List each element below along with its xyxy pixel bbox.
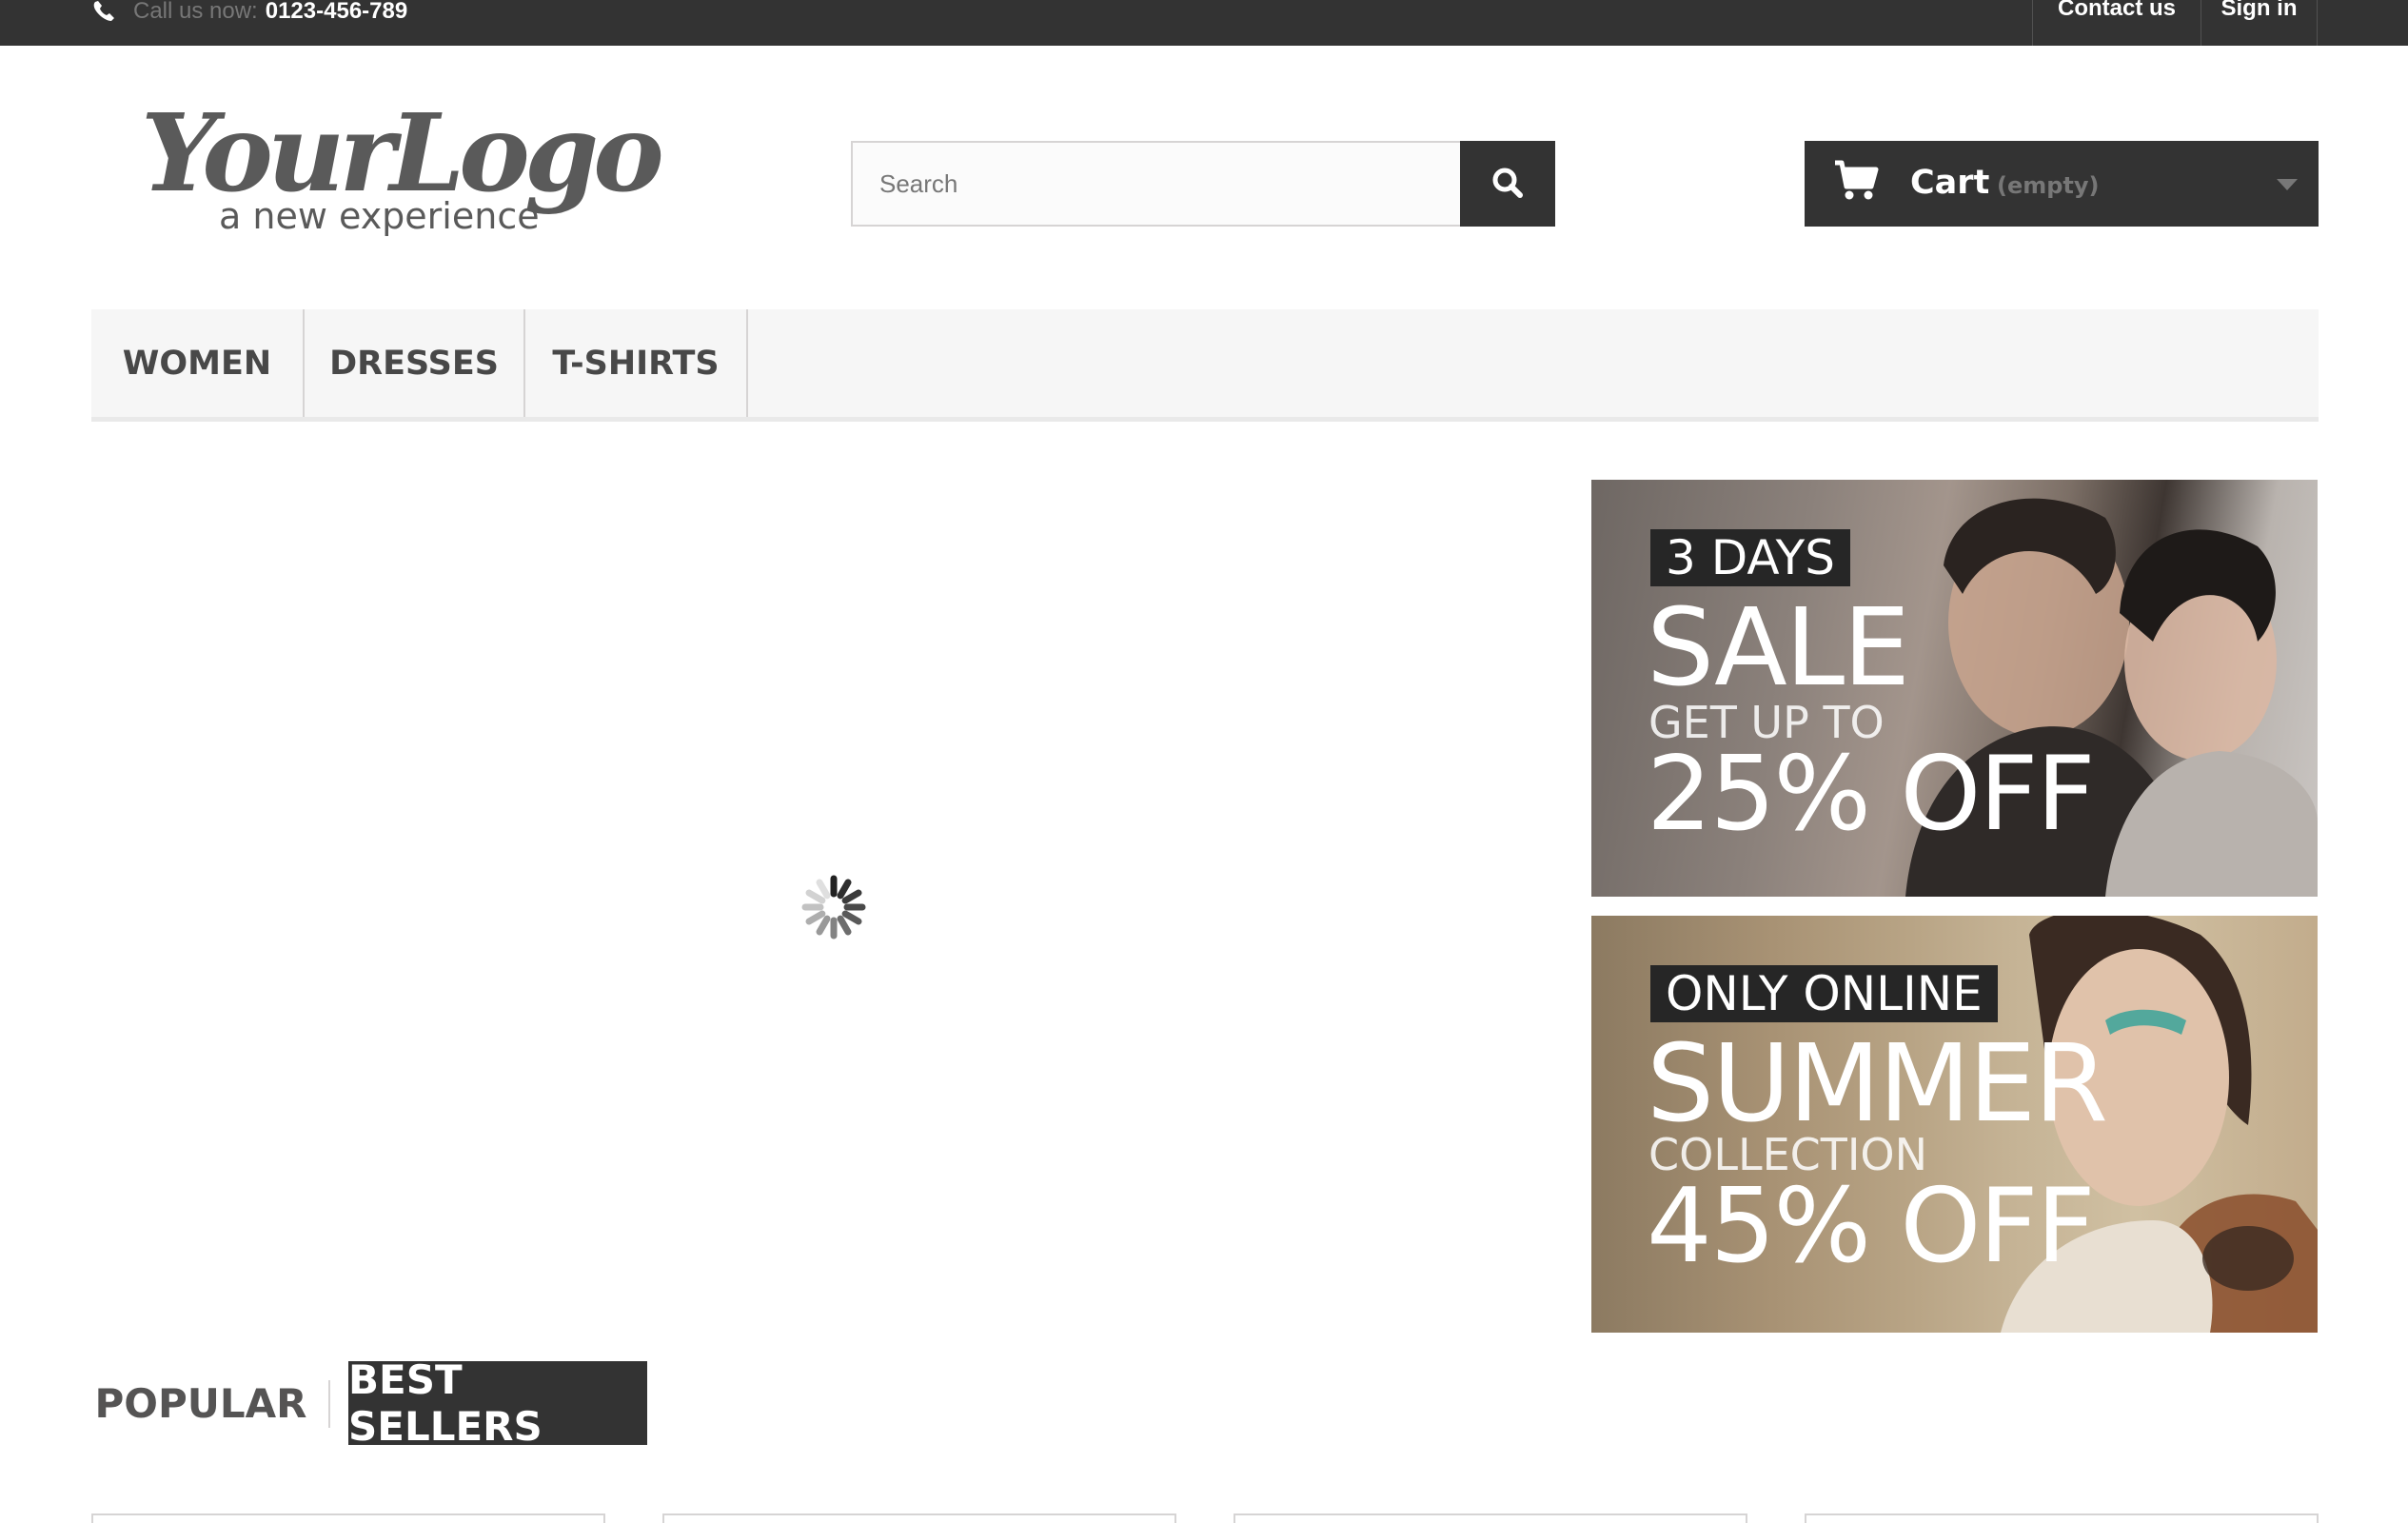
product-card[interactable] xyxy=(1234,1513,1747,1523)
tab-popular[interactable]: POPULAR xyxy=(91,1361,310,1445)
banner-tag: ONLY ONLINE xyxy=(1650,965,1998,1022)
loading-spinner-icon xyxy=(799,873,868,941)
tab-divider xyxy=(328,1380,330,1428)
banner-offer: 45% OFF xyxy=(1647,1167,2096,1286)
logo-tagline: a new experience xyxy=(219,195,540,237)
call-us: Call us now: 0123-456-789 xyxy=(91,0,407,23)
menu-item-dresses[interactable]: DRESSES xyxy=(305,309,525,417)
chevron-down-icon xyxy=(2277,179,2298,192)
cart-icon xyxy=(1833,160,1879,202)
summer-collection-banner[interactable]: ONLY ONLINE SUMMER COLLECTION 45% OFF xyxy=(1591,916,2318,1333)
sale-banner[interactable]: 3 DAYS SALE GET UP TO 25% OFF xyxy=(1591,480,2318,897)
banner-headline: SALE xyxy=(1647,586,1910,710)
cart-label: Cart xyxy=(1910,164,1990,202)
banner-tag: 3 DAYS xyxy=(1650,529,1850,586)
product-card[interactable] xyxy=(662,1513,1176,1523)
cart-status: (empty) xyxy=(1997,172,2100,199)
banner-offer: 25% OFF xyxy=(1647,735,2096,854)
cart-button[interactable]: Cart (empty) xyxy=(1805,141,2319,227)
search-button[interactable] xyxy=(1460,141,1555,227)
menu-item-women[interactable]: WOMEN xyxy=(91,309,305,417)
top-bar: Call us now: 0123-456-789 Contact us Sig… xyxy=(0,0,2408,46)
phone-icon xyxy=(91,0,120,23)
logo[interactable]: YourLogo a new experience xyxy=(139,86,672,247)
banner-headline: SUMMER xyxy=(1647,1022,2108,1146)
product-card[interactable] xyxy=(1805,1513,2319,1523)
menu-item-t-shirts[interactable]: T-SHIRTS xyxy=(525,309,748,417)
contact-us-link[interactable]: Contact us xyxy=(2032,0,2201,46)
logo-image: YourLogo a new experience xyxy=(141,91,667,237)
search-input[interactable] xyxy=(851,141,1460,227)
product-card[interactable] xyxy=(91,1513,605,1523)
search-icon xyxy=(1491,167,1524,202)
main-menu: WOMEN DRESSES T-SHIRTS xyxy=(91,309,2319,422)
tab-best-sellers[interactable]: BEST SELLERS xyxy=(348,1356,647,1450)
call-label: Call us now: xyxy=(133,0,258,24)
sign-in-link[interactable]: Sign in xyxy=(2201,0,2318,46)
phone-number: 0123-456-789 xyxy=(265,0,408,24)
